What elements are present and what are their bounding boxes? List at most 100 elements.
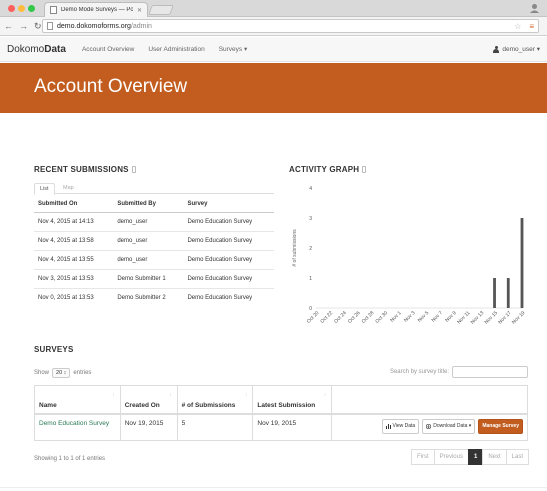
footer-divider (0, 487, 547, 488)
download-icon (426, 423, 432, 429)
activity-bar[interactable] (520, 218, 524, 308)
x-tick-label: Oct 20 (306, 310, 321, 325)
pager-next[interactable]: Next (482, 449, 507, 465)
x-tick-label: Nov 1 (389, 310, 403, 324)
x-tick-label: Nov 7 (431, 310, 445, 324)
page-title: Account Overview (34, 76, 188, 97)
submitted-by-cell: demo_user (113, 212, 184, 232)
submitted-on-cell: Nov 0, 2015 at 13:53 (34, 288, 114, 308)
forward-arrow-icon[interactable]: → (19, 21, 28, 31)
x-tick-label: Oct 30 (374, 310, 389, 325)
reload-icon[interactable]: ↻ (34, 21, 42, 31)
entries-select[interactable]: 20 ↕ (52, 368, 71, 378)
info-icon[interactable] (131, 166, 136, 173)
column-header-submissions[interactable]: # of Submissions ↕ (176, 385, 254, 415)
close-tab-icon[interactable]: ✕ (137, 7, 142, 14)
submitted-on-cell: Nov 4, 2015 at 14:13 (34, 212, 114, 232)
page-header: Account Overview (0, 63, 547, 113)
column-header-latest[interactable]: Latest Submission ↕ (252, 385, 333, 415)
sort-icon: ↕ (244, 392, 248, 398)
pager-last[interactable]: Last (505, 449, 529, 465)
nav-account-overview[interactable]: Account Overview (82, 46, 134, 53)
pager-page-1[interactable]: 1 (467, 449, 484, 465)
submitted-by-cell: demo_user (113, 231, 184, 251)
browser-tabstrip: Demo Mode Surveys — Po... ✕ (0, 0, 547, 17)
brand-logo[interactable]: DokomoData (7, 44, 66, 55)
submitted-by-cell: demo_user (113, 250, 184, 270)
survey-cell: Demo Education Survey (183, 250, 274, 270)
nav-user-administration[interactable]: User Administration (148, 46, 204, 53)
y-tick-label: 4 (309, 186, 312, 192)
user-menu[interactable]: demo_user ▾ (493, 45, 540, 53)
submission-view-tabs: List Map (34, 182, 274, 195)
activity-bar[interactable] (493, 278, 496, 308)
sort-icon: ↕ (112, 392, 115, 398)
pagination: First Previous 1 Next Last (410, 449, 529, 465)
recent-submissions-table: Submitted On Submitted By Survey Nov 4, … (34, 196, 274, 308)
survey-cell: Demo Education Survey (183, 212, 274, 232)
y-tick-label: 0 (309, 306, 312, 312)
user-icon (493, 45, 500, 53)
manage-survey-button[interactable]: Manage Survey (478, 418, 523, 434)
browser-tab[interactable]: Demo Mode Surveys — Po... ✕ (44, 2, 148, 17)
sort-icon: ↕ (169, 392, 172, 398)
download-data-button[interactable]: Download Data ▾ (422, 418, 476, 434)
pager-previous[interactable]: Previous (433, 449, 469, 465)
y-tick-label: 3 (309, 216, 312, 222)
table-row[interactable]: Nov 3, 2015 at 13:53 Demo Submitter 1 De… (34, 269, 274, 289)
view-data-button[interactable]: View Data (381, 418, 420, 434)
entries-label: entries (73, 370, 92, 376)
table-row[interactable]: Nov 4, 2015 at 13:55 demo_user Demo Educ… (34, 250, 274, 270)
activity-bar[interactable] (506, 278, 510, 308)
close-window-icon[interactable] (8, 5, 15, 12)
table-row[interactable]: Nov 4, 2015 at 14:13 demo_user Demo Educ… (34, 212, 274, 232)
sort-icon: ↕ (323, 392, 327, 398)
surveys-heading: SURVEYS (34, 345, 74, 354)
search-input[interactable] (452, 366, 528, 378)
x-tick-label: Nov 11 (456, 310, 471, 325)
table-row[interactable]: Nov 4, 2015 at 13:58 demo_user Demo Educ… (34, 231, 274, 251)
submitted-on-cell: Nov 4, 2015 at 13:55 (34, 250, 114, 270)
browser-menu-icon[interactable]: ≡ (529, 22, 534, 31)
survey-cell: Demo Education Survey (183, 288, 274, 308)
survey-cell: Demo Education Survey (183, 231, 274, 251)
tab-list[interactable]: List (34, 183, 55, 195)
x-tick-label: Oct 22 (319, 310, 334, 325)
page-info-icon[interactable] (47, 22, 53, 30)
page-favicon-icon (50, 6, 57, 14)
x-tick-label: Oct 24 (333, 310, 348, 325)
activity-graph: 0 1 2 3 4 # of submissions Oct 20 Oct 22 Oct 24 O… (286, 172, 530, 338)
submitted-by-cell: Demo Submitter 1 (113, 269, 184, 289)
survey-name-cell[interactable]: Demo Education Survey (34, 413, 121, 441)
recent-submissions-heading: RECENT SUBMISSIONS (34, 165, 136, 174)
submitted-by-cell: Demo Submitter 2 (113, 288, 184, 308)
new-tab-button[interactable] (148, 5, 174, 15)
y-axis-label: # of submissions (292, 229, 298, 267)
x-tick-label: Nov 17 (497, 310, 513, 326)
zoom-window-icon[interactable] (28, 5, 35, 12)
show-label: Show (34, 370, 50, 376)
column-header-actions (331, 385, 528, 415)
column-header-name[interactable]: Name ↕ (34, 385, 121, 415)
url-text[interactable]: demo.dokomoforms.org/admin (57, 23, 510, 30)
minimize-window-icon[interactable] (18, 5, 25, 12)
x-tick-label: Nov 19 (511, 310, 527, 326)
browser-profile-icon[interactable] (529, 3, 540, 14)
table-row[interactable]: Nov 0, 2015 at 13:53 Demo Submitter 2 De… (34, 288, 274, 308)
pager-first[interactable]: First (410, 449, 435, 465)
column-header-created[interactable]: Created On ↕ (119, 385, 178, 415)
survey-link[interactable]: Demo Education Survey (39, 420, 109, 427)
address-bar[interactable]: demo.dokomoforms.org/admin ☆ ≡ (42, 19, 539, 33)
x-tick-label: Nov 15 (484, 310, 500, 326)
column-header: Submitted By (113, 196, 184, 213)
surveys-table: Name ↕ Created On ↕ # of Submissions ↕ Late… (34, 385, 528, 441)
x-tick-label: Nov 5 (417, 310, 431, 324)
back-arrow-icon[interactable]: ← (4, 21, 13, 31)
nav-surveys-dropdown[interactable]: Surveys ▾ (219, 45, 248, 53)
table-row: Demo Education Survey Nov 19, 2015 5 Nov… (34, 413, 528, 441)
column-header: Survey (183, 196, 274, 213)
tab-map[interactable]: Map (58, 183, 79, 193)
activity-chart: 01234# of submissionsOct 20 Oct 22 Oct 24 O… (292, 186, 527, 326)
y-tick-label: 2 (309, 246, 312, 252)
bookmark-star-icon[interactable]: ☆ (514, 22, 521, 31)
